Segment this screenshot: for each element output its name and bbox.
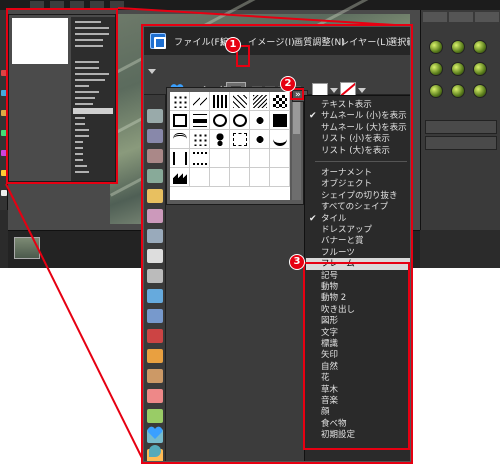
tutorial-figure: ファイル(F) 編集 イメージ(I) 画質調整(N) レイヤー(L) 選択範囲(…	[0, 0, 500, 464]
bg-palette	[420, 10, 500, 230]
zoom-source-frame	[6, 8, 118, 184]
callout-1: 1	[225, 37, 241, 53]
bg-effect-swatch	[473, 62, 487, 76]
bg-palette-tab	[423, 12, 447, 22]
bg-layer-row	[425, 136, 497, 150]
bg-effect-swatch	[429, 62, 443, 76]
bg-effect-swatch	[451, 40, 465, 54]
bg-layer-row	[425, 120, 497, 134]
bg-effect-swatch	[473, 84, 487, 98]
bg-effect-swatch	[451, 62, 465, 76]
bg-tool-icon	[1, 190, 7, 196]
bg-effect-swatch	[429, 84, 443, 98]
bg-thumbnail	[14, 237, 40, 259]
bg-palette-tab	[475, 12, 499, 22]
bg-effect-swatch	[429, 40, 443, 54]
callout-2: 2	[280, 76, 296, 92]
frame-category-highlight	[303, 262, 410, 450]
bg-palette-tab	[449, 12, 473, 22]
callout-3: 3	[289, 254, 305, 270]
bg-effect-swatch	[473, 40, 487, 54]
bg-effect-swatch	[451, 84, 465, 98]
